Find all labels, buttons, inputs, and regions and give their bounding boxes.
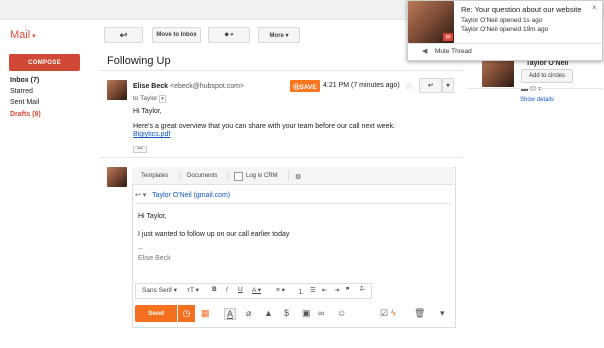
message-greeting: Hi Taylor, bbox=[133, 108, 162, 115]
save-label: SAVE bbox=[299, 84, 317, 91]
sender-name: Elise Beck bbox=[133, 83, 169, 90]
divider bbox=[135, 203, 452, 204]
reply-to-line[interactable]: ↩ ▾ Taylor O'Neil (gmail.com) bbox=[135, 191, 230, 199]
photo-icon[interactable]: ▣ bbox=[302, 308, 311, 319]
sender-avatar bbox=[107, 80, 127, 100]
labels-button[interactable]: ⬥ ▾ bbox=[208, 27, 250, 43]
indent-more-icon[interactable]: ⇥ bbox=[334, 286, 339, 294]
back-button[interactable]: ↩ bbox=[104, 27, 143, 43]
divider bbox=[227, 171, 228, 181]
more-actions-button[interactable]: ▾ bbox=[442, 78, 454, 93]
divider bbox=[467, 88, 603, 89]
recipient-line[interactable]: to Taylor ▾ bbox=[133, 95, 166, 103]
more-options-icon[interactable]: ▾ bbox=[440, 308, 445, 319]
remove-formatting-icon[interactable]: T̶ bbox=[359, 286, 363, 293]
save-badge[interactable]: ⒽSAVE bbox=[290, 80, 320, 92]
reply-type-icon[interactable]: ↩ ▾ bbox=[135, 192, 146, 199]
align-icon[interactable]: ≡ ▾ bbox=[276, 286, 285, 294]
mute-icon: ◀ bbox=[422, 48, 428, 55]
sidebar-item-sent[interactable]: Sent Mail bbox=[10, 99, 39, 106]
mail-menu[interactable]: Mail ▾ bbox=[10, 29, 36, 41]
close-icon[interactable]: × bbox=[592, 3, 597, 12]
trash-icon[interactable]: 🗑 bbox=[414, 308, 425, 319]
italic-icon[interactable]: I bbox=[226, 286, 228, 293]
reply-recipient[interactable]: Taylor O'Neil (gmail.com) bbox=[152, 192, 230, 199]
tab-documents[interactable]: Documents bbox=[187, 173, 217, 179]
message-body: Here's a great overview that you can sha… bbox=[133, 123, 396, 130]
numbered-list-icon[interactable]: ⒈ bbox=[298, 286, 305, 296]
show-details-link[interactable]: Show details bbox=[520, 97, 554, 103]
reply-line[interactable]: I just wanted to follow up on our call e… bbox=[138, 231, 289, 238]
popup-open-1: Taylor O'Neil opened 1s ago bbox=[461, 17, 543, 24]
log-crm-checkbox[interactable] bbox=[234, 172, 243, 181]
hubspot-sprocket-icon[interactable]: ϟ bbox=[391, 308, 396, 318]
sender-email: <ebeck@hubspot.com> bbox=[169, 83, 245, 90]
sidebar-item-starred[interactable]: Starred bbox=[10, 88, 33, 95]
move-to-inbox-button[interactable]: Move to Inbox bbox=[152, 27, 201, 43]
tab-templates[interactable]: Templates bbox=[141, 173, 168, 179]
underline-icon[interactable]: U bbox=[238, 286, 243, 293]
divider bbox=[288, 171, 289, 181]
settings-gear-icon[interactable]: ⚙ bbox=[295, 173, 301, 181]
money-icon[interactable]: $ bbox=[284, 308, 289, 318]
compose-button[interactable]: COMPOSE bbox=[9, 54, 80, 71]
attachment-link[interactable]: Bigiytics.pdf bbox=[133, 131, 170, 138]
quote-icon[interactable]: ❞ bbox=[346, 286, 350, 294]
label-icon: ⬥ ▾ bbox=[224, 31, 234, 38]
sidebar-item-drafts[interactable]: Drafts (8) bbox=[10, 111, 41, 118]
mail-badge-icon: ✉ bbox=[443, 33, 453, 41]
reply-icon: ↩ bbox=[427, 83, 434, 89]
contact-actions-icon[interactable]: ▬ ✉ ▾ bbox=[521, 85, 541, 93]
clock-icon: ◷ bbox=[182, 308, 191, 318]
chevron-down-icon: ▾ bbox=[32, 33, 36, 40]
reply-button[interactable]: ↩ bbox=[419, 78, 442, 93]
bulleted-list-icon[interactable]: ☰ bbox=[310, 286, 316, 294]
chevron-down-icon: ▾ bbox=[446, 83, 450, 89]
signature-dash: -- bbox=[138, 246, 143, 253]
star-icon[interactable]: ☆ bbox=[405, 81, 413, 92]
formatting-toggle-icon[interactable]: A bbox=[224, 308, 237, 320]
send-button[interactable]: Send bbox=[135, 305, 177, 322]
attach-icon[interactable]: ⌀ bbox=[246, 308, 251, 319]
mute-thread-button[interactable]: Mute Thread bbox=[435, 48, 472, 55]
signature: Elise Beck bbox=[138, 255, 171, 262]
indent-less-icon[interactable]: ⇤ bbox=[322, 286, 327, 294]
mail-label: Mail bbox=[10, 29, 31, 41]
back-arrow-icon: ↩ bbox=[119, 29, 128, 40]
track-checkbox-icon[interactable]: ☑ bbox=[380, 308, 388, 319]
divider bbox=[180, 171, 181, 181]
recipient: to Taylor bbox=[133, 95, 158, 102]
popup-title[interactable]: Re: Your question about our website bbox=[461, 5, 582, 14]
log-crm-label: Log in CRM bbox=[246, 173, 278, 179]
details-toggle-icon[interactable]: ▾ bbox=[159, 95, 166, 103]
contact-name: Taylor O'Neil bbox=[526, 60, 569, 67]
message-time: 4:21 PM (7 minutes ago) bbox=[323, 82, 400, 89]
bold-icon[interactable]: B bbox=[212, 286, 217, 293]
emoji-icon[interactable]: ☺ bbox=[337, 308, 346, 318]
divider bbox=[100, 70, 463, 71]
reply-greeting[interactable]: Hi Taylor, bbox=[138, 213, 167, 220]
font-select[interactable]: Sans Serif ▾ bbox=[142, 286, 177, 294]
reply-avatar bbox=[107, 167, 127, 187]
divider bbox=[100, 157, 463, 158]
text-color-icon[interactable]: A ▾ bbox=[252, 286, 261, 294]
send-later-button[interactable]: ◷ bbox=[178, 305, 195, 322]
font-size-icon[interactable]: тT ▾ bbox=[187, 286, 199, 294]
link-icon[interactable]: ∞ bbox=[318, 308, 324, 318]
more-button[interactable]: More ▾ bbox=[258, 27, 300, 43]
show-trimmed-button[interactable]: ••• bbox=[133, 146, 147, 153]
popup-open-2: Taylor O'Neil opened 19m ago bbox=[461, 26, 549, 33]
calendar-icon[interactable]: ▦ bbox=[201, 308, 210, 319]
sidebar-item-inbox[interactable]: Inbox (7) bbox=[10, 77, 39, 84]
add-to-circles-button[interactable]: Add to circles bbox=[521, 69, 573, 83]
drive-icon[interactable]: ▲ bbox=[264, 308, 273, 318]
sender: Elise Beck <ebeck@hubspot.com> bbox=[133, 83, 244, 90]
thread-subject: Following Up bbox=[107, 55, 171, 67]
divider bbox=[407, 43, 603, 44]
